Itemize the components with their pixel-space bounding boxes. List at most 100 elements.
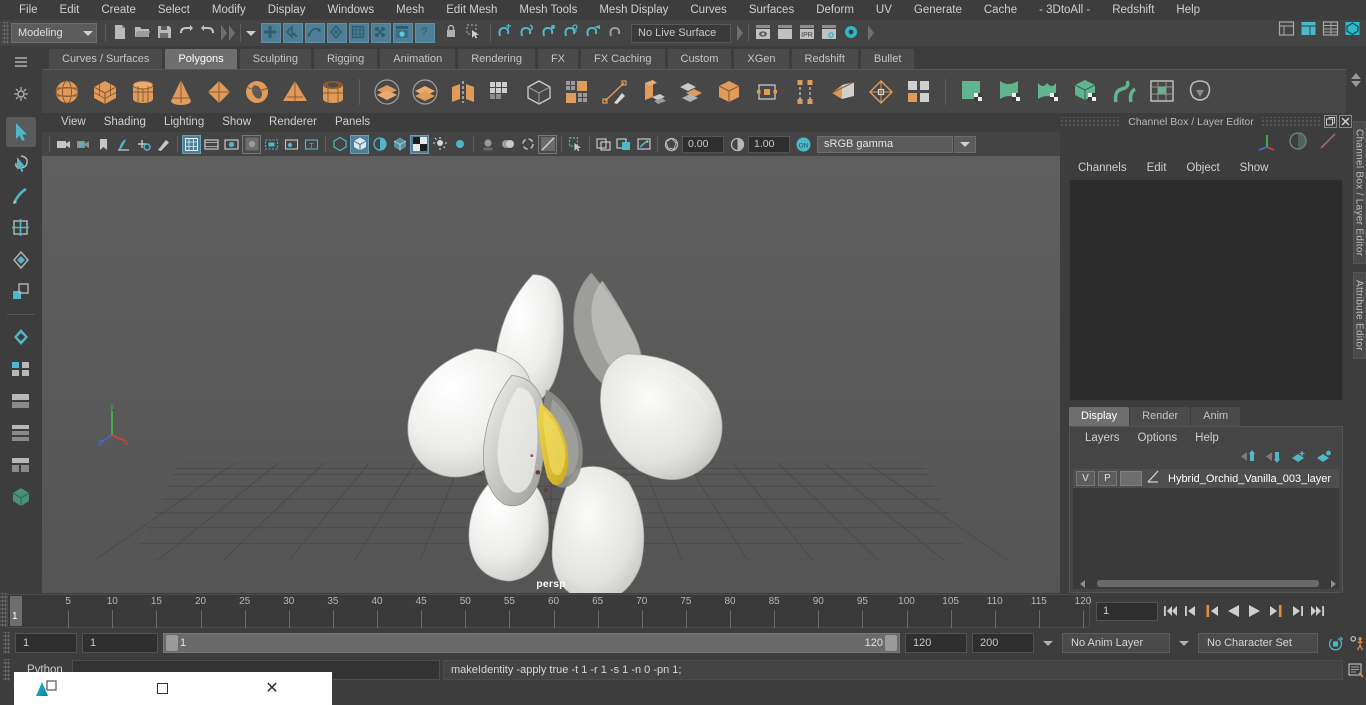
menu-set-selector[interactable]: Modeling	[11, 23, 97, 43]
close-icon[interactable]	[1339, 115, 1352, 128]
gamma-icon[interactable]	[728, 135, 747, 154]
scroll-left-icon[interactable]	[1076, 579, 1085, 588]
isolate-select-icon[interactable]	[566, 135, 585, 154]
menu-item-windows[interactable]: Windows	[316, 0, 385, 20]
poly-boolean-union-icon[interactable]	[370, 75, 403, 108]
motion-blur-icon[interactable]	[518, 135, 537, 154]
uv-editor-icon[interactable]	[1146, 75, 1179, 108]
exposure-value-field[interactable]: 0.00	[682, 135, 724, 153]
use-all-lights-icon[interactable]	[450, 135, 469, 154]
shelf-menu-icon[interactable]	[13, 54, 29, 70]
shelf-tab-rigging[interactable]: Rigging	[312, 48, 379, 69]
step-forward-keyframe-icon[interactable]	[1288, 602, 1305, 620]
multisample-aa-icon[interactable]	[538, 134, 557, 154]
uv-automatic-icon[interactable]	[1070, 75, 1103, 108]
status-line-collapse-3[interactable]	[737, 25, 743, 41]
viewport-menu-view[interactable]: View	[52, 113, 95, 132]
poly-sphere-icon[interactable]	[50, 75, 83, 108]
texture-toggle-icon[interactable]	[410, 134, 429, 154]
menu-item-modify[interactable]: Modify	[201, 0, 257, 20]
viewport-menu-panels[interactable]: Panels	[326, 113, 379, 132]
uv-layout-view-icon[interactable]	[6, 482, 36, 512]
shelf-tab-bullet[interactable]: Bullet	[859, 48, 916, 69]
uv-spherical-icon[interactable]	[1032, 75, 1065, 108]
poly-extrude-icon[interactable]	[636, 75, 669, 108]
poly-boolean-difference-icon[interactable]	[408, 75, 441, 108]
lock-icon[interactable]	[443, 23, 463, 43]
select-by-hierarchy-icon[interactable]	[261, 23, 281, 43]
wireframe-shade-icon[interactable]	[330, 135, 349, 154]
poly-bridge-icon[interactable]	[712, 75, 745, 108]
command-output-field[interactable]: makeIdentity -apply true -t 1 -r 1 -s 1 …	[443, 660, 1343, 680]
layer-tab-display[interactable]: Display	[1069, 407, 1130, 426]
step-back-frame-icon[interactable]	[1204, 602, 1221, 620]
exposure-reset-icon[interactable]	[634, 135, 653, 154]
poly-cone-icon[interactable]	[164, 75, 197, 108]
current-frame-field[interactable]: 1	[1096, 601, 1158, 621]
auto-keyframe-icon[interactable]	[1327, 634, 1344, 652]
shelf-tab-sculpting[interactable]: Sculpting	[238, 48, 312, 69]
persp-viewport[interactable]: y x z persp	[42, 156, 1060, 593]
poly-crease-icon[interactable]	[864, 75, 897, 108]
uv-planar-icon[interactable]	[956, 75, 989, 108]
material-sphere-icon[interactable]	[1288, 131, 1308, 156]
channel-box-menu-object[interactable]: Object	[1176, 162, 1229, 174]
camera-attributes-icon[interactable]	[74, 135, 93, 154]
poly-bevel-icon[interactable]	[674, 75, 707, 108]
redo-icon[interactable]	[199, 23, 219, 43]
new-scene-icon[interactable]	[111, 23, 131, 43]
color-space-chevron-down-icon[interactable]	[954, 135, 976, 153]
image-plane-icon[interactable]	[114, 135, 133, 154]
select-lattice-icon[interactable]	[349, 23, 369, 43]
select-camera-icon[interactable]	[393, 23, 413, 43]
play-forwards-icon[interactable]	[1246, 602, 1263, 620]
step-forward-frame-icon[interactable]	[1267, 602, 1284, 620]
step-back-keyframe-icon[interactable]	[1183, 602, 1200, 620]
poly-plane-icon[interactable]	[202, 75, 235, 108]
shelf-options-icon[interactable]	[13, 86, 29, 102]
menu-item-generate[interactable]: Generate	[903, 0, 973, 20]
modeling-toolkit-toggle-icon[interactable]	[1344, 20, 1364, 40]
viewport-menu-shading[interactable]: Shading	[95, 113, 155, 132]
move-layer-up-icon[interactable]	[1241, 449, 1257, 468]
select-camera-icon[interactable]	[54, 135, 73, 154]
menu-item-mesh-tools[interactable]: Mesh Tools	[508, 0, 588, 20]
menu-item-uv[interactable]: UV	[865, 0, 903, 20]
gate-mask-icon[interactable]	[242, 134, 261, 154]
layer-scroll-thumb[interactable]	[1097, 580, 1319, 587]
hypershade-icon[interactable]	[842, 23, 862, 43]
status-line-collapse-2[interactable]	[229, 25, 235, 41]
poly-pyramid-icon[interactable]	[278, 75, 311, 108]
layer-color-swatch[interactable]	[1120, 471, 1142, 486]
resolution-gate-icon[interactable]	[222, 135, 241, 154]
select-misc-icon[interactable]: ?	[415, 23, 435, 43]
status-line-collapse-4[interactable]	[868, 25, 874, 41]
new-layer-from-selected-icon[interactable]	[1316, 450, 1332, 468]
animation-end-field[interactable]: 200	[972, 633, 1034, 653]
go-to-end-icon[interactable]	[1309, 602, 1326, 620]
render-sequence-icon[interactable]	[776, 23, 796, 43]
anim-layer-selector[interactable]: No Anim Layer	[1062, 633, 1170, 653]
poly-multicut-icon[interactable]	[598, 75, 631, 108]
rotate-tool-icon[interactable]	[6, 245, 36, 275]
move-tool-icon[interactable]	[6, 213, 36, 243]
persp-outliner-layout-icon[interactable]	[6, 386, 36, 416]
shelf-tab-xgen[interactable]: XGen	[733, 48, 790, 69]
channel-box-menu-channels[interactable]: Channels	[1068, 162, 1137, 174]
layer-visibility-toggle[interactable]: V	[1076, 471, 1095, 486]
layer-menu-help[interactable]: Help	[1186, 432, 1228, 444]
play-backwards-icon[interactable]	[1225, 602, 1242, 620]
layer-playback-toggle[interactable]: P	[1098, 471, 1117, 486]
range-slider-grip[interactable]	[3, 632, 10, 654]
shade-options-icon[interactable]	[370, 135, 389, 154]
scroll-right-icon[interactable]	[1331, 579, 1336, 588]
film-gate-icon[interactable]	[202, 135, 221, 154]
time-slider-track[interactable]: 1 5 10 15 20 25 30 35 40 45 50 55 60 65 70 75 80 85 90 95 1…	[7, 594, 1091, 628]
open-scene-icon[interactable]	[133, 23, 153, 43]
menu-item-redshift[interactable]: Redshift	[1101, 0, 1165, 20]
make-live-icon[interactable]	[606, 23, 626, 43]
status-line-grip[interactable]	[2, 22, 9, 44]
menu-item-curves[interactable]: Curves	[679, 0, 737, 20]
axis-gizmo-icon[interactable]	[1256, 131, 1278, 156]
color-management-toggle-icon[interactable]: ON	[794, 135, 813, 154]
